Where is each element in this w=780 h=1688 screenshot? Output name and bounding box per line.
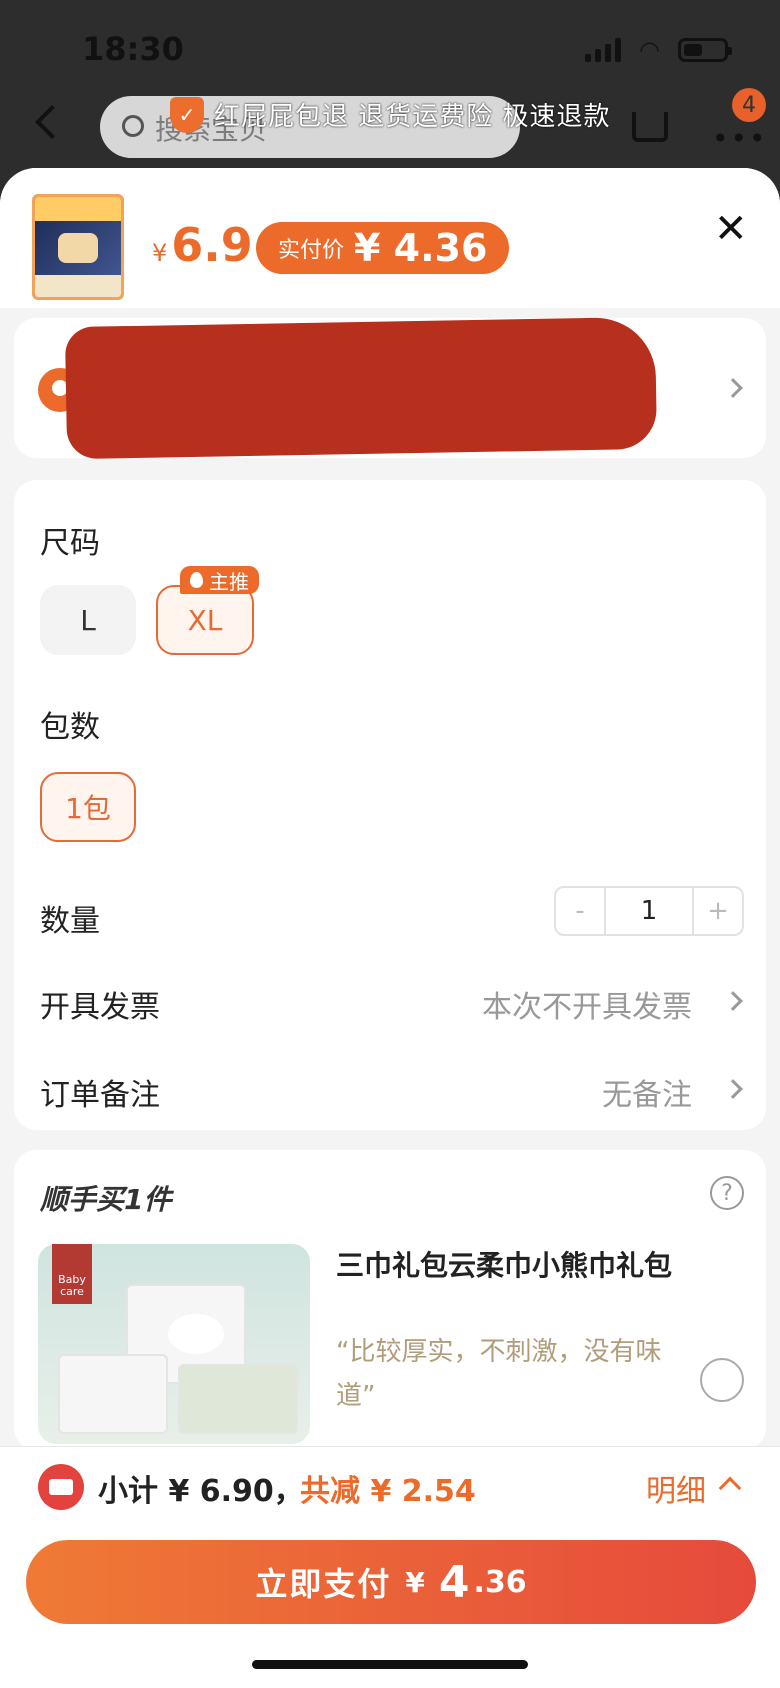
help-icon[interactable]: ? <box>710 1176 744 1210</box>
quantity-value[interactable]: 1 <box>604 888 694 934</box>
battery-icon <box>678 38 732 62</box>
pay-now-button[interactable]: 立即支付 ¥ 4 .36 <box>26 1540 756 1624</box>
pack-title: 包数 <box>40 710 100 745</box>
addon-title: 顺手买1件 <box>40 1183 172 1216</box>
close-icon[interactable]: ✕ <box>714 206 748 252</box>
product-thumbnail[interactable] <box>32 194 124 300</box>
cart-badge: 4 <box>732 88 766 122</box>
size-title: 尺码 <box>40 526 100 561</box>
status-icons: ◠ <box>585 36 732 64</box>
real-price-value: ¥ 4.36 <box>354 226 488 270</box>
invoice-title: 开具发票 <box>40 990 160 1025</box>
quantity-stepper: - 1 + <box>554 886 744 936</box>
search-icon <box>122 115 144 137</box>
note-title: 订单备注 <box>40 1078 160 1113</box>
pay-label: 立即支付 <box>255 1565 392 1603</box>
recommended-tag-label: 主推 <box>209 569 249 594</box>
coupon-icon <box>38 1464 84 1510</box>
pay-amount-decimal: .36 <box>473 1564 527 1600</box>
status-time: 18:30 <box>82 30 184 68</box>
banner-text: 红屁屁包退 退货运费险 极速退款 <box>214 102 611 132</box>
brand-logo: Baby care <box>52 1244 92 1304</box>
cart-icon[interactable] <box>632 112 668 142</box>
addon-product-name[interactable]: 三巾礼包云柔巾小熊巾礼包 <box>336 1244 672 1284</box>
increment-button[interactable]: + <box>694 888 742 934</box>
back-icon[interactable] <box>35 105 69 139</box>
decrement-button[interactable]: - <box>556 888 604 934</box>
discount-text: 共减 ¥ 2.54 <box>300 1474 476 1509</box>
flame-icon <box>190 572 203 588</box>
home-indicator <box>252 1660 528 1669</box>
wifi-icon: ◠ <box>639 36 660 64</box>
detail-link[interactable]: 明细 <box>646 1466 706 1510</box>
pay-amount-integer: 4 <box>438 1556 470 1608</box>
pack-option-1[interactable]: 1包 <box>40 772 136 842</box>
quantity-title: 数量 <box>40 904 100 939</box>
note-value[interactable]: 无备注 <box>602 1070 692 1114</box>
real-price-label: 实付价 <box>278 238 345 263</box>
currency-symbol: ¥ <box>152 239 168 267</box>
pay-currency: ¥ <box>405 1565 425 1599</box>
subtotal-text: 小计 ¥ 6.90， <box>98 1474 304 1509</box>
addon-select-radio[interactable] <box>700 1358 744 1402</box>
price-value: 6.9 <box>171 218 253 272</box>
product-price: ¥6.9 <box>152 218 253 272</box>
size-option-l[interactable]: L <box>40 585 136 655</box>
invoice-value[interactable]: 本次不开具发票 <box>482 982 692 1026</box>
addon-review-quote: “比较厚实，不刺激，没有味道” <box>336 1337 662 1411</box>
redacted-address <box>64 316 658 460</box>
recommended-tag: 主推 <box>180 566 259 594</box>
signal-icon <box>585 38 622 62</box>
shield-icon: ✓ <box>170 96 204 133</box>
real-price-pill: 实付价 ¥ 4.36 <box>256 222 510 274</box>
more-icon[interactable]: ••• <box>712 122 768 155</box>
size-option-xl[interactable]: XL <box>156 585 254 655</box>
guarantee-banner: ✓ 红屁屁包退 退货运费险 极速退款 <box>170 96 611 133</box>
